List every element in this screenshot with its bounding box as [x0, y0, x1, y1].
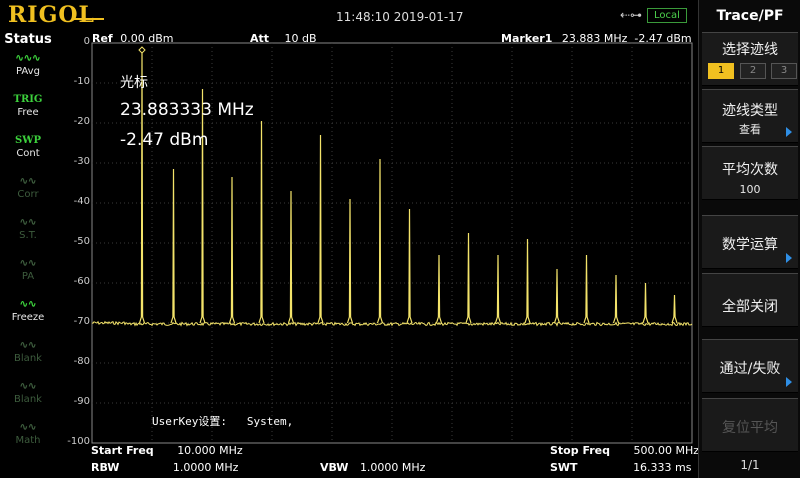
menu-title: Trace/PF [716, 8, 784, 24]
softkey-menu: Trace/PF 选择迹线 1 2 3 迹线类型 查看 平均次数 100 数学运… [698, 0, 800, 478]
swt-label: SWT [550, 461, 578, 474]
all-off-button[interactable]: 全部关闭 [702, 273, 798, 327]
status-item-label: Free [17, 107, 39, 118]
rigol-logo: RIGOL [8, 2, 95, 28]
rbw-value: 1.0000 MHz [172, 461, 239, 474]
status-item-label: Math [15, 435, 41, 446]
vbw-label: VBW [320, 461, 349, 474]
pass-fail-label: 通过/失败 [719, 361, 781, 377]
math-button[interactable]: 数学运算 [702, 215, 798, 269]
status-6-icon: ∿∿ [19, 299, 37, 310]
swt[interactable]: SWT 16.333 ms [550, 461, 692, 474]
stop-freq[interactable]: Stop Freq 500.00 MHz [550, 444, 699, 457]
spectrum-display[interactable]: Ref 0.00 dBm Att 10 dB Marker1 23.883 MH… [56, 32, 698, 447]
spectrum-plot[interactable] [56, 32, 698, 446]
logo-underline [74, 18, 104, 20]
status-7-icon: ∿∿ [19, 340, 37, 351]
trace-1-option[interactable]: 1 [708, 63, 734, 79]
status-item-free: TRIG Free [4, 93, 52, 129]
rbw[interactable]: RBW 1.0000 MHz [91, 461, 238, 474]
chevron-right-icon [786, 127, 792, 137]
status-4-icon: ∿∿ [19, 217, 37, 228]
trace-type-value: 查看 [739, 123, 761, 136]
all-off-label: 全部关闭 [722, 299, 778, 315]
clock: 11:48:10 2019-01-17 [336, 10, 464, 24]
vbw-value: 1.0000 MHz [359, 461, 426, 474]
status-panel: Status ∿∿∿ PAvg TRIG Free SWP Cont ∿∿ Corr ∿∿ S.T… [0, 32, 56, 478]
userkey-message: UserKey设置: System, [152, 415, 294, 428]
chevron-right-icon [786, 253, 792, 263]
vbw[interactable]: VBW 1.0000 MHz [320, 461, 425, 474]
status-2-icon: SWP [15, 135, 41, 146]
reset-avg-button[interactable]: 复位平均 [702, 398, 798, 452]
start-freq[interactable]: Start Freq 10.000 MHz [91, 444, 243, 457]
marker-annotation-label: 光标 [120, 75, 148, 91]
status-item-label: S.T. [19, 230, 37, 241]
status-item-pa: ∿∿ PA [4, 257, 52, 293]
reset-avg-label: 复位平均 [722, 420, 778, 436]
status-1-icon: TRIG [13, 94, 43, 105]
status-item-label: Cont [16, 148, 40, 159]
status-9-icon: ∿∿ [19, 422, 37, 433]
status-3-icon: ∿∿ [19, 176, 37, 187]
status-item-cont: SWP Cont [4, 134, 52, 170]
select-trace-label: 选择迹线 [722, 42, 778, 58]
status-item-label: PA [21, 271, 35, 282]
start-freq-label: Start Freq [91, 444, 154, 457]
status-item-label: Blank [14, 353, 42, 364]
marker-annotation-freq: 23.883333 MHz [120, 100, 254, 120]
top-bar: RIGOL 11:48:10 2019-01-17 ⇠⊶ Local [0, 0, 698, 32]
usb-icon: ⇠⊶ [620, 8, 643, 22]
status-item-freeze: ∿∿ Freeze [4, 298, 52, 334]
status-5-icon: ∿∿ [19, 258, 37, 269]
status-item-pavg: ∿∿∿ PAvg [4, 52, 52, 88]
status-item-label: Freeze [11, 312, 45, 323]
status-8-icon: ∿∿ [19, 381, 37, 392]
local-badge[interactable]: Local [647, 8, 687, 23]
status-item-st: ∿∿ S.T. [4, 216, 52, 252]
avg-count-value: 100 [739, 183, 761, 196]
status-item-blank: ∿∿ Blank [4, 339, 52, 375]
menu-page-indicator: 1/1 [740, 458, 760, 472]
status-item-label: Blank [14, 394, 42, 405]
status-item-label: PAvg [16, 66, 40, 77]
avg-count-button[interactable]: 平均次数 100 [702, 146, 798, 200]
avg-count-label: 平均次数 [722, 162, 778, 178]
status-item-math: ∿∿ Math [4, 421, 52, 457]
status-item-blank: ∿∿ Blank [4, 380, 52, 416]
rbw-label: RBW [91, 461, 120, 474]
select-trace-button[interactable]: 选择迹线 1 2 3 [702, 32, 798, 86]
swt-value: 16.333 ms [633, 461, 692, 474]
chevron-right-icon [786, 377, 792, 387]
pass-fail-button[interactable]: 通过/失败 [702, 339, 798, 393]
status-title: Status [4, 32, 52, 47]
trace-type-button[interactable]: 迹线类型 查看 [702, 89, 798, 143]
status-0-icon: ∿∿∿ [15, 53, 41, 64]
start-freq-value: 10.000 MHz [177, 444, 243, 457]
status-item-corr: ∿∿ Corr [4, 175, 52, 211]
status-item-label: Corr [17, 189, 39, 200]
marker-annotation-amp: -2.47 dBm [120, 130, 209, 150]
trace-3-option[interactable]: 3 [771, 63, 797, 79]
stop-freq-label: Stop Freq [550, 444, 611, 457]
math-label: 数学运算 [722, 237, 778, 253]
stop-freq-value: 500.00 MHz [633, 444, 700, 457]
trace-type-label: 迹线类型 [722, 103, 778, 119]
trace-2-option[interactable]: 2 [740, 63, 766, 79]
